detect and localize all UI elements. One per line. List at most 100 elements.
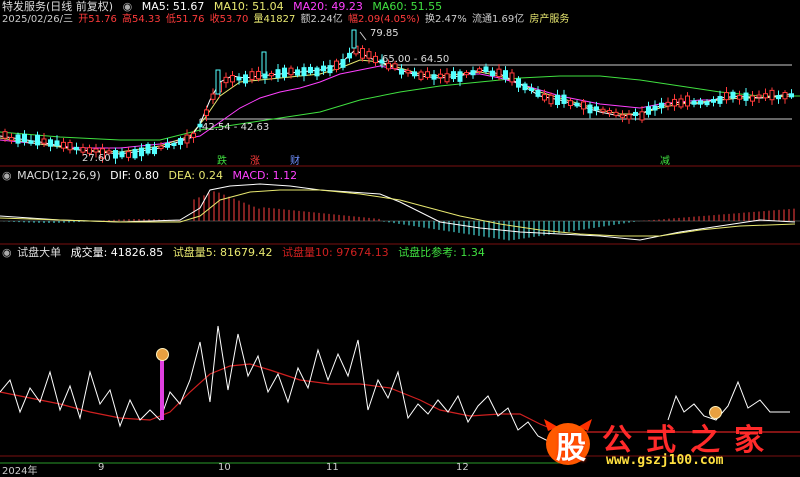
candle-body [659,102,664,109]
event-tag-reduce[interactable]: 减 [660,156,670,167]
candle-body [314,67,320,77]
candle-body [158,145,164,149]
candle-body [542,94,547,101]
axis-label-oct: 10 [218,462,231,473]
volume-line [0,325,561,443]
candle-body [28,140,34,144]
chart-canvas[interactable] [0,0,800,475]
candle-body [639,111,645,121]
watermark-url: www.gszj100.com [606,453,724,468]
candle-body [351,29,357,49]
candle-body [236,76,242,81]
candle-body [730,91,736,99]
candle-body [373,55,378,64]
watermark-logo: 股 公式之家 www.gszj100.com [542,415,792,471]
candle-body [178,138,183,145]
candle-body [184,134,190,144]
candle-body [126,151,131,158]
candle-body [210,93,216,100]
candle-body [464,72,469,76]
candle-body [366,51,372,59]
volume-spike-bar [160,358,164,420]
candle-body [412,71,417,77]
candle-body [269,72,274,77]
candle-body [9,137,14,141]
ma10-line [0,59,791,153]
event-tag-finance[interactable]: 财 [290,156,300,167]
candle-body [215,69,221,95]
candle-body [418,71,424,80]
candle-body [581,101,586,110]
candle-body [340,59,346,68]
candle-body [587,104,593,114]
candle-body [496,68,502,78]
candle-body [568,100,573,106]
candle-body [652,105,658,111]
candle-body [620,114,625,118]
candle-body [633,111,638,116]
candle-body [477,68,482,73]
candle-body [321,65,326,72]
candle-body [782,91,788,100]
candle-body [308,66,313,74]
axis-label-dec: 12 [456,462,469,473]
candle-body [555,94,560,105]
macd-title[interactable]: MACD(12,26,9) [17,169,101,182]
candle-body [261,51,267,75]
dif-value: DIF: 0.80 [110,169,160,182]
candle-body [256,70,261,80]
macd-value: MACD: 1.12 [232,169,298,182]
candle-body [626,114,632,120]
candle-body [399,68,404,75]
candle-body [665,101,671,107]
candle-body [152,146,157,155]
candle-body [737,95,742,100]
candle-body [132,148,138,159]
candle-body [243,74,248,84]
candle-body [776,95,781,100]
candle-body [789,93,794,98]
candle-body [295,69,300,76]
candle-body [451,71,456,80]
candle-body [470,70,476,76]
indicator-test5: 试盘量5: 81679.42 [172,246,273,259]
candle-body [347,52,352,59]
indicator-menu-icon[interactable]: ◉ [2,246,12,259]
signal-marker[interactable] [156,348,169,361]
candle-body [750,95,755,102]
candle-body [548,94,554,105]
candle-body [327,65,333,74]
candle-body [522,83,528,91]
dea-line [0,189,796,237]
indicator-title[interactable]: 试盘大单 [17,246,61,259]
candle-body [457,71,463,82]
candle-body [145,143,151,154]
candle-body [503,70,508,80]
candle-body [171,142,177,146]
candle-body [444,73,450,83]
event-tag-drop[interactable]: 跌 [217,156,227,167]
candle-body [204,109,209,116]
candle-body [490,70,495,77]
candle-body [2,131,8,139]
candle-body [35,134,40,146]
high-annotation: 79.85 [370,28,399,39]
axis-label-sep: 9 [98,462,105,473]
candle-body [529,88,534,92]
candle-body [431,74,437,80]
event-tag-rise[interactable]: 涨 [250,156,260,167]
watermark-badge: 股 [542,417,594,467]
indicator-volume: 成交量: 41826.85 [70,246,164,259]
candle-body [74,146,79,151]
candle-body [594,106,599,111]
candle-body [275,69,281,79]
macd-menu-icon[interactable]: ◉ [2,169,12,182]
candle-body [483,66,489,73]
candlesticks [2,29,794,164]
candle-body [724,92,729,101]
dif-line [0,183,796,241]
candle-body [574,102,580,107]
candle-body [678,98,684,108]
candle-body [516,78,521,88]
candle-body [711,99,716,103]
